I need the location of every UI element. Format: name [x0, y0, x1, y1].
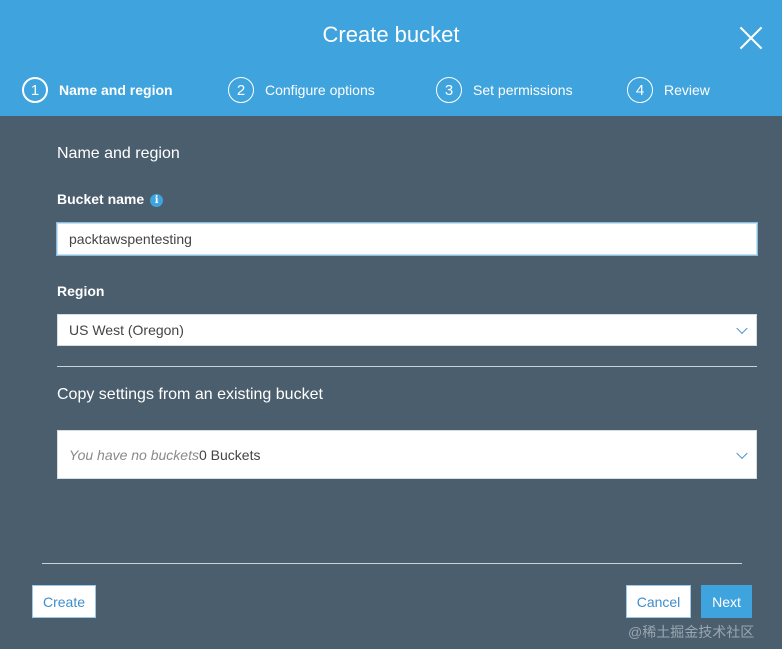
info-icon[interactable]: i	[150, 194, 164, 207]
region-selected-value: US West (Oregon)	[69, 322, 184, 338]
step-number-circle: 2	[228, 77, 254, 103]
step-label: Set permissions	[473, 82, 573, 98]
dialog-title: Create bucket	[322, 22, 460, 47]
section-title: Name and region	[57, 145, 180, 162]
step-name-and-region[interactable]: 1 Name and region	[22, 76, 173, 104]
divider	[57, 366, 757, 367]
region-select[interactable]: US West (Oregon)	[57, 314, 757, 346]
step-label: Name and region	[59, 82, 173, 98]
create-button[interactable]: Create	[32, 585, 96, 618]
footer-divider	[42, 563, 742, 564]
step-number-circle: 1	[22, 77, 48, 103]
bucket-name-input[interactable]	[57, 223, 757, 255]
step-set-permissions[interactable]: 3 Set permissions	[436, 76, 573, 104]
copy-settings-select[interactable]: You have no buckets 0 Buckets	[57, 430, 757, 479]
chevron-down-icon	[736, 322, 748, 335]
cancel-button[interactable]: Cancel	[626, 585, 691, 618]
copy-settings-placeholder: You have no buckets	[69, 446, 199, 463]
step-configure-options[interactable]: 2 Configure options	[228, 76, 375, 104]
chevron-down-icon	[736, 447, 748, 459]
region-label: Region	[57, 283, 105, 299]
next-button[interactable]: Next	[701, 585, 752, 618]
step-number-circle: 3	[436, 77, 462, 103]
step-number-circle: 4	[627, 77, 653, 103]
bucket-count: 0 Buckets	[199, 446, 261, 463]
step-label: Review	[664, 82, 710, 98]
dialog-header: Create bucket 1 Name and region 2 Config…	[0, 0, 782, 116]
bucket-name-label-text: Bucket name	[57, 191, 145, 207]
bucket-name-label: Bucket name i	[57, 191, 164, 207]
step-review[interactable]: 4 Review	[627, 76, 710, 104]
copy-settings-title: Copy settings from an existing bucket	[57, 386, 323, 403]
watermark: @稀土掘金技术社区	[628, 624, 755, 640]
close-icon[interactable]	[738, 25, 764, 51]
step-label: Configure options	[265, 82, 375, 98]
